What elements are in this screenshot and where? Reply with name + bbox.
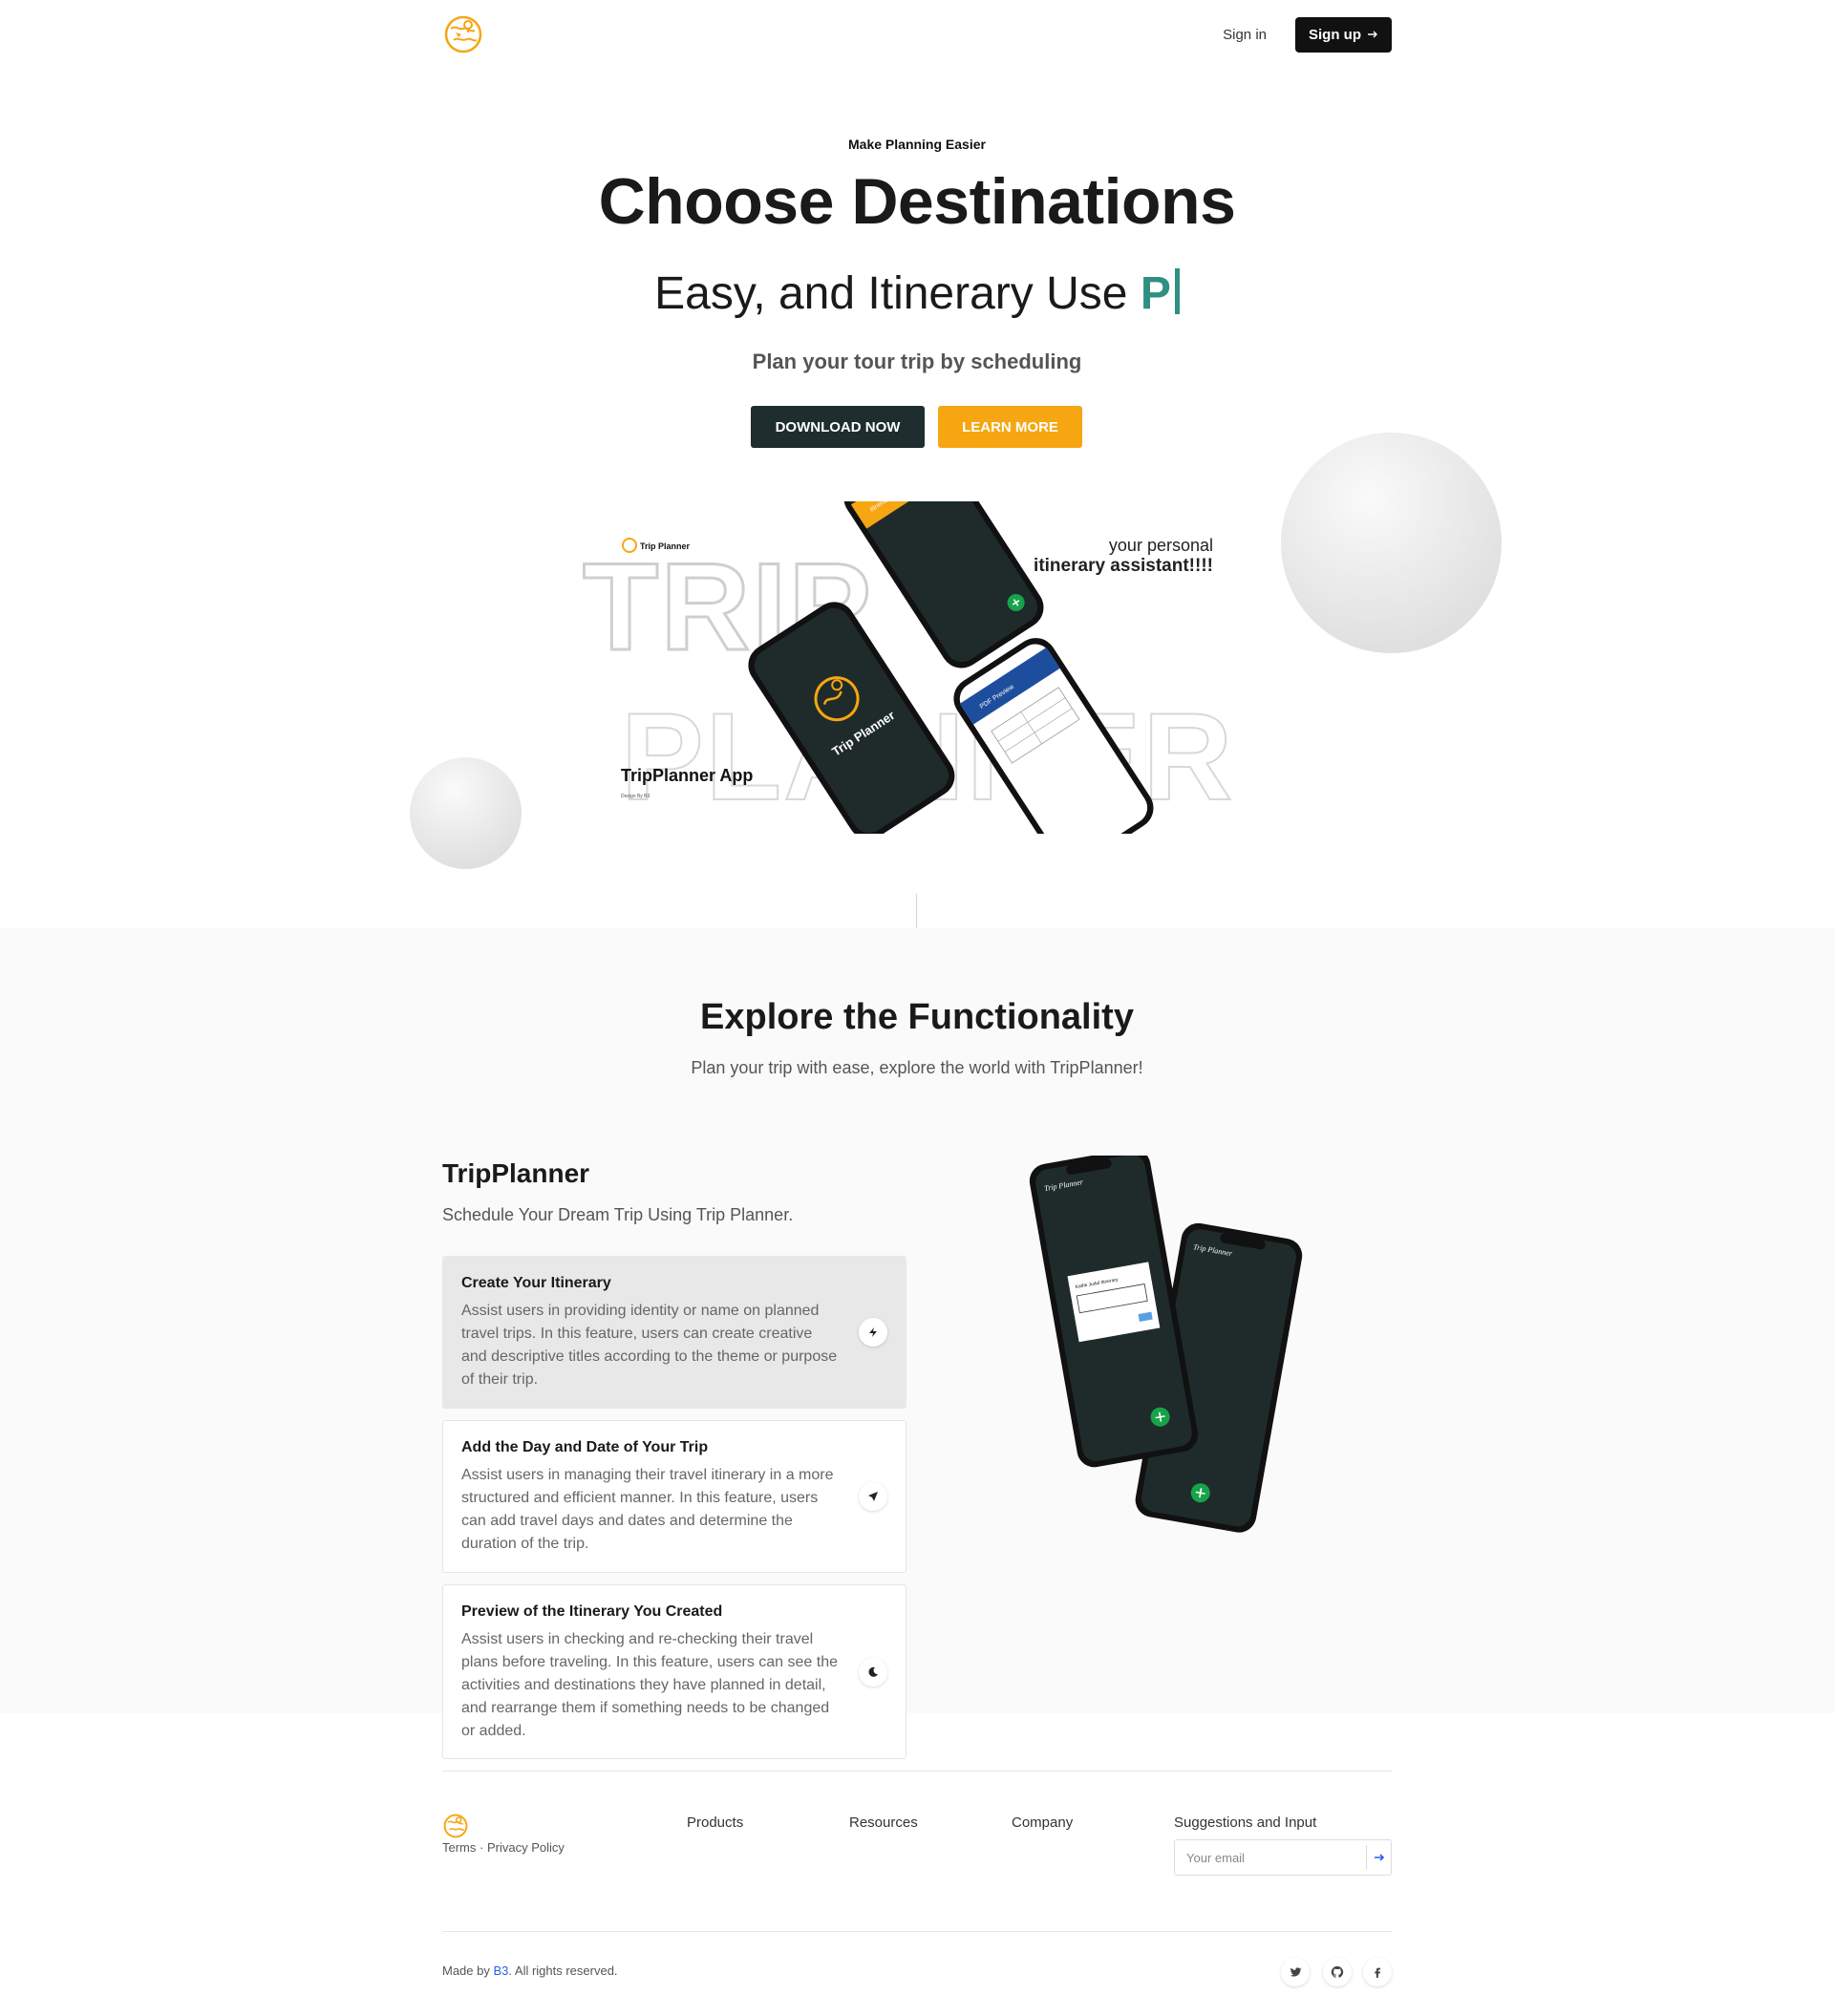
- feature-card-title: Preview of the Itinerary You Created: [461, 1603, 723, 1620]
- trip-planner-logo-icon: [443, 1814, 468, 1838]
- footer-legal-links: Terms · Privacy Policy: [442, 1840, 565, 1855]
- hero-subtitle-text: Easy, and Itinerary Use: [654, 268, 1128, 319]
- features-subtitle: Plan your trip with ease, explore the wo…: [691, 1058, 1143, 1077]
- feature-card-text: Assist users in managing their travel it…: [461, 1467, 834, 1552]
- decorative-orb-small: [410, 757, 522, 869]
- terms-link[interactable]: Terms: [442, 1840, 476, 1855]
- decorative-orb-large: [1281, 433, 1502, 653]
- hero-description: Plan your tour trip by scheduling: [752, 350, 1082, 373]
- feature-card-text: Assist users in checking and re-checking…: [461, 1631, 839, 1739]
- site-header: Sign in Sign up: [442, 0, 1392, 69]
- footer-col-suggestions: Suggestions and Input: [1174, 1814, 1317, 1831]
- sign-in-link[interactable]: Sign in: [1223, 27, 1267, 43]
- arrow-right-icon: [1374, 1854, 1384, 1861]
- sign-up-label: Sign up: [1309, 26, 1361, 43]
- footer-col-resources[interactable]: Resources: [849, 1814, 918, 1831]
- hero-eyebrow: Make Planning Easier: [848, 137, 986, 152]
- typed-text: P: [1140, 268, 1171, 319]
- lightning-icon: [859, 1318, 887, 1347]
- facebook-icon[interactable]: [1363, 1958, 1392, 1986]
- feature-card-create-itinerary[interactable]: Create Your Itinerary Assist users in pr…: [442, 1256, 906, 1409]
- footer-bottom-divider: [442, 1931, 1392, 1932]
- promo-app-name: TripPlanner App: [621, 766, 753, 785]
- learn-more-button[interactable]: LEARN MORE: [938, 406, 1082, 448]
- moon-icon: [859, 1657, 887, 1687]
- made-by-suffix: . All rights reserved.: [508, 1963, 618, 1978]
- promo-credit: Design By B3: [621, 794, 650, 799]
- features-title: Explore the Functionality: [700, 997, 1134, 1037]
- github-icon[interactable]: [1323, 1958, 1352, 1986]
- made-by-link[interactable]: B3: [493, 1963, 508, 1978]
- footer-top-divider: [442, 1771, 1392, 1772]
- logo-link[interactable]: [442, 13, 484, 55]
- footer-col-company[interactable]: Company: [1012, 1814, 1073, 1831]
- hero-promo-image: TRIP PLANNER Trip Planner your personal …: [583, 501, 1251, 834]
- promo-tagline-1: your personal: [1109, 536, 1213, 555]
- send-icon: [859, 1482, 887, 1511]
- made-by-prefix: Made by: [442, 1963, 494, 1978]
- typing-cursor: [1174, 268, 1180, 314]
- app-title: TripPlanner: [442, 1158, 590, 1188]
- email-submit-button[interactable]: [1366, 1845, 1391, 1870]
- download-now-button[interactable]: DOWNLOAD NOW: [751, 406, 925, 448]
- footer-col-products[interactable]: Products: [687, 1814, 743, 1831]
- promo-tagline-2: itinerary assistant!!!!: [1034, 556, 1213, 576]
- privacy-policy-link[interactable]: Privacy Policy: [487, 1840, 565, 1855]
- footer-separator: ·: [480, 1840, 484, 1855]
- arrow-right-icon: [1368, 31, 1377, 38]
- feature-card-title: Create Your Itinerary: [461, 1275, 611, 1291]
- hero-subtitle: Easy, and Itinerary Use P: [0, 267, 1834, 320]
- hero-title: Choose Destinations: [598, 165, 1236, 238]
- sign-up-button[interactable]: Sign up: [1295, 16, 1392, 53]
- feature-card-add-day-date[interactable]: Add the Day and Date of Your Trip Assist…: [442, 1420, 906, 1573]
- newsletter-form: [1174, 1839, 1392, 1876]
- features-section: [0, 928, 1834, 1713]
- header-nav: Sign in Sign up: [1223, 16, 1392, 53]
- app-subtitle: Schedule Your Dream Trip Using Trip Plan…: [442, 1205, 794, 1224]
- email-input[interactable]: [1175, 1840, 1366, 1875]
- twitter-icon[interactable]: [1281, 1958, 1310, 1986]
- feature-card-text: Assist users in providing identity or na…: [461, 1303, 838, 1388]
- feature-card-title: Add the Day and Date of Your Trip: [461, 1439, 709, 1455]
- feature-card-preview-itinerary[interactable]: Preview of the Itinerary You Created Ass…: [442, 1584, 906, 1759]
- copyright-text: Made by B3. All rights reserved.: [442, 1963, 618, 1978]
- feature-phones-image: Trip Planner Trip Planner Kathk Judul It…: [1022, 1148, 1328, 1538]
- trip-planner-logo-icon: [444, 15, 482, 53]
- promo-logo-text: Trip Planner: [640, 541, 691, 551]
